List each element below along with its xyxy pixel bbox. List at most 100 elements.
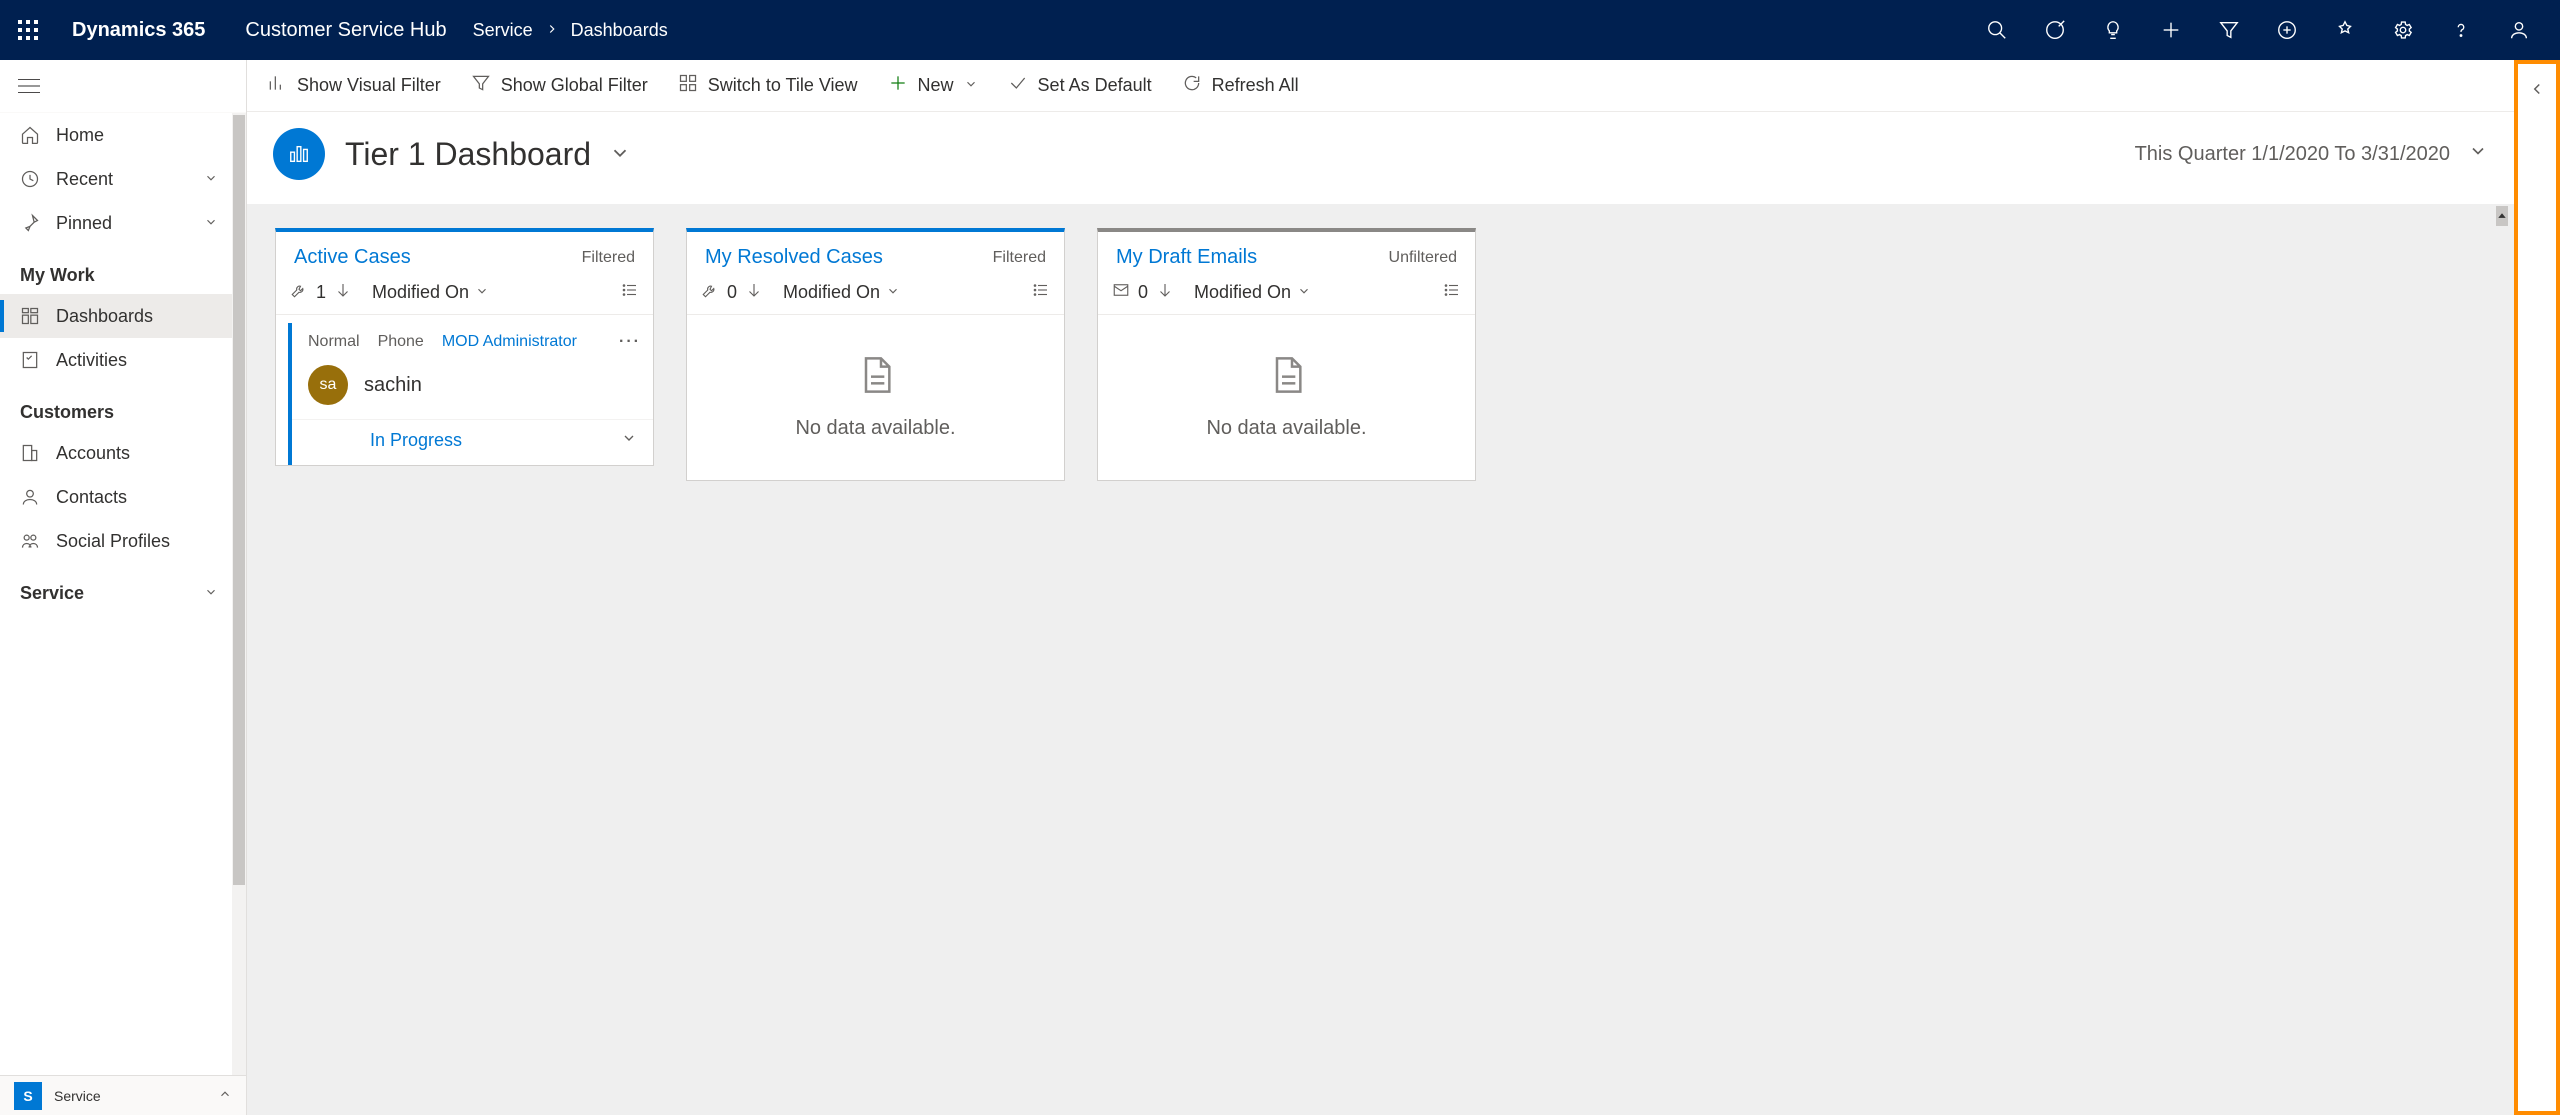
list-view-icon[interactable]: [621, 281, 639, 304]
chevron-down-icon: [964, 75, 978, 96]
date-range-label: This Quarter 1/1/2020 To 3/31/2020: [2135, 143, 2450, 166]
sidebar-item-activities[interactable]: Activities: [0, 338, 232, 382]
empty-label: No data available.: [795, 417, 955, 440]
chevron-down-icon: [204, 583, 218, 604]
switch-view-button[interactable]: Switch to Tile View: [678, 73, 858, 98]
dashboard-selector[interactable]: Tier 1 Dashboard: [345, 136, 631, 173]
sidebar-scrollbar[interactable]: [232, 113, 246, 1075]
chevron-down-icon: [2468, 141, 2488, 167]
card-title[interactable]: My Resolved Cases: [705, 246, 883, 269]
task-flow-button[interactable]: [2026, 0, 2084, 60]
sidebar-label: Pinned: [56, 213, 112, 234]
date-range-selector[interactable]: This Quarter 1/1/2020 To 3/31/2020: [2135, 141, 2488, 167]
new-button[interactable]: New: [888, 73, 978, 98]
advanced-find-button[interactable]: [2200, 0, 2258, 60]
sort-label: Modified On: [1194, 282, 1291, 303]
cmd-label: Refresh All: [1212, 75, 1299, 96]
mail-icon[interactable]: [1112, 281, 1130, 304]
sidebar-item-pinned[interactable]: Pinned: [0, 201, 232, 245]
arrow-down-icon[interactable]: [1156, 281, 1174, 304]
check-icon: [1008, 73, 1028, 98]
brand-switcher[interactable]: Dynamics 365: [72, 19, 217, 42]
card-filter-state: Filtered: [582, 249, 635, 267]
card-count: 0: [1138, 282, 1148, 303]
list-view-icon[interactable]: [1032, 281, 1050, 304]
sidebar-group-customers: Customers: [0, 382, 232, 431]
arrow-down-icon[interactable]: [745, 281, 763, 304]
sidebar-label: Home: [56, 125, 104, 146]
sort-selector[interactable]: Modified On: [783, 282, 900, 303]
arrow-down-icon[interactable]: [334, 281, 352, 304]
refresh-all-button[interactable]: Refresh All: [1182, 73, 1299, 98]
account-button[interactable]: [2490, 0, 2548, 60]
app-launcher[interactable]: [8, 10, 48, 50]
sort-label: Modified On: [372, 282, 469, 303]
case-priority: Normal: [308, 333, 360, 351]
add-activity-button[interactable]: [2258, 0, 2316, 60]
case-status-selector[interactable]: In Progress: [292, 419, 653, 465]
right-pane-toggle[interactable]: [2514, 60, 2560, 1115]
pin-icon: [20, 213, 42, 233]
scroll-up-button[interactable]: [2496, 206, 2508, 226]
card-filter-state: Unfiltered: [1389, 249, 1457, 267]
sidebar-item-dashboards[interactable]: Dashboards: [0, 294, 232, 338]
card-title[interactable]: My Draft Emails: [1116, 246, 1257, 269]
wrench-icon[interactable]: [701, 281, 719, 304]
chevron-down-icon: [1297, 282, 1311, 303]
card-title[interactable]: Active Cases: [294, 246, 411, 269]
chevron-up-icon: [218, 1087, 232, 1104]
sidebar-toggle[interactable]: [0, 60, 246, 113]
set-default-button[interactable]: Set As Default: [1008, 73, 1152, 98]
sort-selector[interactable]: Modified On: [1194, 282, 1311, 303]
sidebar-item-accounts[interactable]: Accounts: [0, 431, 232, 475]
chevron-down-icon: [204, 169, 218, 190]
show-global-filter-button[interactable]: Show Global Filter: [471, 73, 648, 98]
sidebar-label: Activities: [56, 350, 127, 371]
dashboard-badge: [273, 128, 325, 180]
dashboard-title: Tier 1 Dashboard: [345, 136, 591, 173]
breadcrumb-page[interactable]: Dashboards: [571, 20, 668, 41]
brand-label: Dynamics 365: [72, 19, 205, 42]
area-switcher[interactable]: S Service: [0, 1075, 246, 1115]
cmd-label: Show Global Filter: [501, 75, 648, 96]
sidebar-item-home[interactable]: Home: [0, 113, 232, 157]
social-icon: [20, 531, 42, 551]
sidebar-item-contacts[interactable]: Contacts: [0, 475, 232, 519]
document-icon: [856, 355, 896, 401]
case-status-label: In Progress: [370, 430, 462, 451]
sidebar-group-service[interactable]: Service: [0, 563, 232, 612]
sort-selector[interactable]: Modified On: [372, 282, 489, 303]
funnel-icon: [471, 73, 491, 98]
chevron-down-icon: [475, 282, 489, 303]
sidebar-item-social-profiles[interactable]: Social Profiles: [0, 519, 232, 563]
settings-button[interactable]: [2374, 0, 2432, 60]
chevron-down-icon: [886, 282, 900, 303]
sidebar-label: Recent: [56, 169, 113, 190]
more-actions-button[interactable]: ···: [619, 333, 641, 351]
sidebar-group-mywork: My Work: [0, 245, 232, 294]
sidebar-label: Social Profiles: [56, 531, 170, 552]
case-row[interactable]: Normal Phone MOD Administrator ··· sa sa…: [288, 323, 653, 465]
case-owner-link[interactable]: MOD Administrator: [442, 333, 577, 351]
empty-state: No data available.: [1098, 315, 1475, 480]
sidebar-item-recent[interactable]: Recent: [0, 157, 232, 201]
show-visual-filter-button[interactable]: Show Visual Filter: [267, 73, 441, 98]
person-icon: [20, 487, 42, 507]
cmd-label: Set As Default: [1038, 75, 1152, 96]
assistant-button[interactable]: [2084, 0, 2142, 60]
refresh-icon: [1182, 73, 1202, 98]
list-view-icon[interactable]: [1443, 281, 1461, 304]
command-bar: Show Visual Filter Show Global Filter Sw…: [247, 60, 2514, 112]
avatar: sa: [308, 365, 348, 405]
search-button[interactable]: [1968, 0, 2026, 60]
help-button[interactable]: [2432, 0, 2490, 60]
dashboard-icon: [20, 306, 42, 326]
cmd-label: New: [918, 75, 954, 96]
chevron-right-icon: [545, 20, 559, 41]
wrench-icon[interactable]: [290, 281, 308, 304]
breadcrumb-area[interactable]: Service: [473, 20, 533, 41]
new-record-button[interactable]: [2142, 0, 2200, 60]
card-count: 1: [316, 282, 326, 303]
relationship-assistant-button[interactable]: [2316, 0, 2374, 60]
card-resolved-cases: My Resolved Cases Filtered 0 Modified On: [686, 228, 1065, 481]
